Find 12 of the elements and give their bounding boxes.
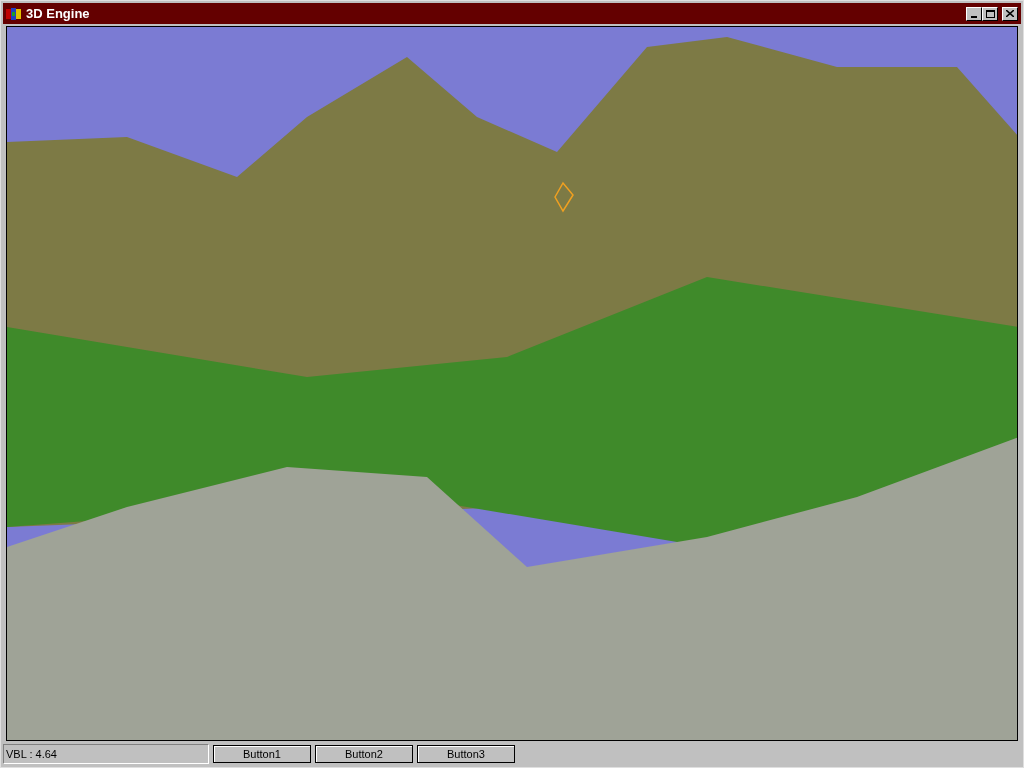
status-bar-button[interactable]: Button2 — [315, 745, 413, 763]
status-bar-button[interactable]: Button3 — [417, 745, 515, 763]
minimize-button[interactable] — [966, 6, 982, 21]
window-title: 3D Engine — [26, 4, 91, 23]
app-icon — [6, 6, 22, 21]
maximize-icon — [985, 9, 995, 18]
status-readout: VBL : 4.64 — [3, 744, 209, 764]
close-icon — [1006, 10, 1014, 17]
status-bar-button[interactable]: Button1 — [213, 745, 311, 763]
maximize-button[interactable] — [982, 6, 998, 21]
close-button[interactable] — [1002, 6, 1018, 21]
minimize-icon — [971, 15, 977, 18]
